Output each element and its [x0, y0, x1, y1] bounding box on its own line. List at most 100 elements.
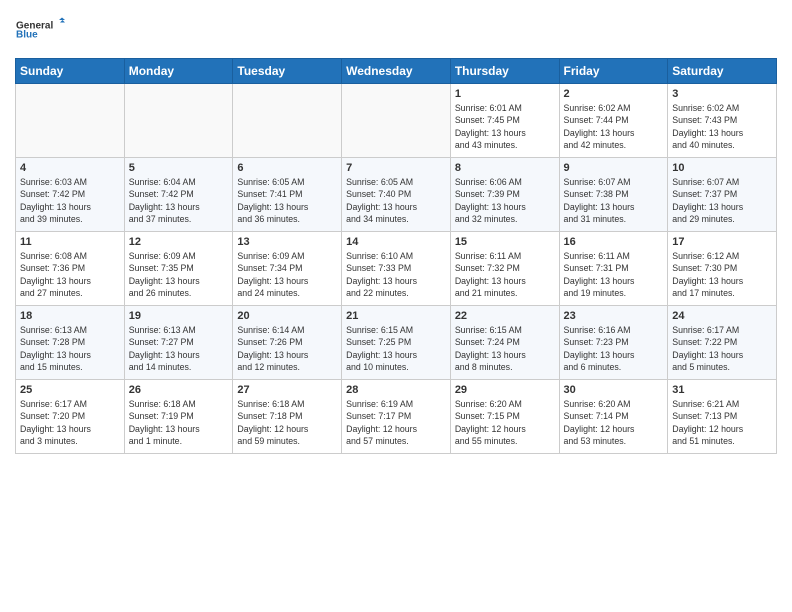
- calendar-table: SundayMondayTuesdayWednesdayThursdayFrid…: [15, 58, 777, 454]
- day-info: Sunrise: 6:19 AM Sunset: 7:17 PM Dayligh…: [346, 398, 446, 447]
- day-info: Sunrise: 6:06 AM Sunset: 7:39 PM Dayligh…: [455, 176, 555, 225]
- page-container: General Blue SundayMondayTuesdayWednesda…: [0, 0, 792, 459]
- day-info: Sunrise: 6:15 AM Sunset: 7:24 PM Dayligh…: [455, 324, 555, 373]
- day-info: Sunrise: 6:21 AM Sunset: 7:13 PM Dayligh…: [672, 398, 772, 447]
- calendar-cell: 1 Sunrise: 6:01 AM Sunset: 7:45 PM Daylig…: [450, 84, 559, 158]
- day-number: 6: [237, 162, 337, 174]
- day-info: Sunrise: 6:09 AM Sunset: 7:34 PM Dayligh…: [237, 250, 337, 299]
- day-number: 4: [20, 162, 120, 174]
- day-info: Sunrise: 6:16 AM Sunset: 7:23 PM Dayligh…: [564, 324, 664, 373]
- day-number: 14: [346, 236, 446, 248]
- calendar-week-row: 1 Sunrise: 6:01 AM Sunset: 7:45 PM Daylig…: [16, 84, 777, 158]
- day-info: Sunrise: 6:13 AM Sunset: 7:28 PM Dayligh…: [20, 324, 120, 373]
- day-info: Sunrise: 6:14 AM Sunset: 7:26 PM Dayligh…: [237, 324, 337, 373]
- day-info: Sunrise: 6:20 AM Sunset: 7:15 PM Dayligh…: [455, 398, 555, 447]
- day-number: 10: [672, 162, 772, 174]
- calendar-cell: 24 Sunrise: 6:17 AM Sunset: 7:22 PM Dayli…: [668, 306, 777, 380]
- calendar-cell: 31 Sunrise: 6:21 AM Sunset: 7:13 PM Dayli…: [668, 380, 777, 454]
- calendar-cell: 3 Sunrise: 6:02 AM Sunset: 7:43 PM Daylig…: [668, 84, 777, 158]
- day-number: 31: [672, 384, 772, 396]
- day-number: 24: [672, 310, 772, 322]
- day-info: Sunrise: 6:18 AM Sunset: 7:18 PM Dayligh…: [237, 398, 337, 447]
- day-info: Sunrise: 6:07 AM Sunset: 7:37 PM Dayligh…: [672, 176, 772, 225]
- day-info: Sunrise: 6:18 AM Sunset: 7:19 PM Dayligh…: [129, 398, 229, 447]
- weekday-header-sunday: Sunday: [16, 59, 125, 84]
- calendar-header-row: SundayMondayTuesdayWednesdayThursdayFrid…: [16, 59, 777, 84]
- calendar-cell: 21Sunrise: 6:15 AM Sunset: 7:25 PM Dayli…: [342, 306, 451, 380]
- day-number: 29: [455, 384, 555, 396]
- day-number: 28: [346, 384, 446, 396]
- calendar-cell: 29 Sunrise: 6:20 AM Sunset: 7:15 PM Dayli…: [450, 380, 559, 454]
- calendar-week-row: 11 Sunrise: 6:08 AM Sunset: 7:36 PM Dayli…: [16, 232, 777, 306]
- day-info: Sunrise: 6:01 AM Sunset: 7:45 PM Dayligh…: [455, 102, 555, 151]
- day-info: Sunrise: 6:05 AM Sunset: 7:40 PM Dayligh…: [346, 176, 446, 225]
- page-header: General Blue: [15, 10, 777, 50]
- calendar-cell: [16, 84, 125, 158]
- day-info: Sunrise: 6:12 AM Sunset: 7:30 PM Dayligh…: [672, 250, 772, 299]
- calendar-week-row: 4 Sunrise: 6:03 AM Sunset: 7:42 PM Daylig…: [16, 158, 777, 232]
- day-number: 12: [129, 236, 229, 248]
- day-number: 23: [564, 310, 664, 322]
- day-number: 11: [20, 236, 120, 248]
- calendar-cell: 8 Sunrise: 6:06 AM Sunset: 7:39 PM Daylig…: [450, 158, 559, 232]
- calendar-cell: 19 Sunrise: 6:13 AM Sunset: 7:27 PM Dayli…: [124, 306, 233, 380]
- calendar-cell: 13 Sunrise: 6:09 AM Sunset: 7:34 PM Dayli…: [233, 232, 342, 306]
- calendar-cell: 9 Sunrise: 6:07 AM Sunset: 7:38 PM Daylig…: [559, 158, 668, 232]
- calendar-cell: 30 Sunrise: 6:20 AM Sunset: 7:14 PM Dayli…: [559, 380, 668, 454]
- day-info: Sunrise: 6:09 AM Sunset: 7:35 PM Dayligh…: [129, 250, 229, 299]
- day-number: 2: [564, 88, 664, 100]
- calendar-cell: 4 Sunrise: 6:03 AM Sunset: 7:42 PM Daylig…: [16, 158, 125, 232]
- day-info: Sunrise: 6:02 AM Sunset: 7:43 PM Dayligh…: [672, 102, 772, 151]
- day-info: Sunrise: 6:15 AM Sunset: 7:25 PM Dayligh…: [346, 324, 446, 373]
- day-number: 5: [129, 162, 229, 174]
- weekday-header-friday: Friday: [559, 59, 668, 84]
- day-info: Sunrise: 6:17 AM Sunset: 7:20 PM Dayligh…: [20, 398, 120, 447]
- day-info: Sunrise: 6:11 AM Sunset: 7:32 PM Dayligh…: [455, 250, 555, 299]
- weekday-header-saturday: Saturday: [668, 59, 777, 84]
- day-number: 27: [237, 384, 337, 396]
- day-number: 25: [20, 384, 120, 396]
- day-number: 13: [237, 236, 337, 248]
- calendar-cell: 17 Sunrise: 6:12 AM Sunset: 7:30 PM Dayli…: [668, 232, 777, 306]
- day-number: 9: [564, 162, 664, 174]
- day-info: Sunrise: 6:04 AM Sunset: 7:42 PM Dayligh…: [129, 176, 229, 225]
- day-number: 22: [455, 310, 555, 322]
- calendar-cell: 6Sunrise: 6:05 AM Sunset: 7:41 PM Daylig…: [233, 158, 342, 232]
- day-number: 3: [672, 88, 772, 100]
- day-number: 30: [564, 384, 664, 396]
- day-number: 8: [455, 162, 555, 174]
- calendar-week-row: 18 Sunrise: 6:13 AM Sunset: 7:28 PM Dayli…: [16, 306, 777, 380]
- calendar-cell: 28 Sunrise: 6:19 AM Sunset: 7:17 PM Dayli…: [342, 380, 451, 454]
- calendar-cell: 26Sunrise: 6:18 AM Sunset: 7:19 PM Dayli…: [124, 380, 233, 454]
- logo: General Blue: [15, 10, 65, 50]
- calendar-cell: 11 Sunrise: 6:08 AM Sunset: 7:36 PM Dayli…: [16, 232, 125, 306]
- day-number: 18: [20, 310, 120, 322]
- day-number: 16: [564, 236, 664, 248]
- day-info: Sunrise: 6:13 AM Sunset: 7:27 PM Dayligh…: [129, 324, 229, 373]
- calendar-cell: 5 Sunrise: 6:04 AM Sunset: 7:42 PM Daylig…: [124, 158, 233, 232]
- calendar-cell: 7 Sunrise: 6:05 AM Sunset: 7:40 PM Daylig…: [342, 158, 451, 232]
- day-info: Sunrise: 6:20 AM Sunset: 7:14 PM Dayligh…: [564, 398, 664, 447]
- day-number: 19: [129, 310, 229, 322]
- day-info: Sunrise: 6:08 AM Sunset: 7:36 PM Dayligh…: [20, 250, 120, 299]
- day-number: 7: [346, 162, 446, 174]
- calendar-cell: [233, 84, 342, 158]
- day-info: Sunrise: 6:10 AM Sunset: 7:33 PM Dayligh…: [346, 250, 446, 299]
- day-info: Sunrise: 6:07 AM Sunset: 7:38 PM Dayligh…: [564, 176, 664, 225]
- calendar-cell: 25 Sunrise: 6:17 AM Sunset: 7:20 PM Dayli…: [16, 380, 125, 454]
- weekday-header-monday: Monday: [124, 59, 233, 84]
- calendar-cell: 10 Sunrise: 6:07 AM Sunset: 7:37 PM Dayli…: [668, 158, 777, 232]
- calendar-cell: 18 Sunrise: 6:13 AM Sunset: 7:28 PM Dayli…: [16, 306, 125, 380]
- calendar-week-row: 25 Sunrise: 6:17 AM Sunset: 7:20 PM Dayli…: [16, 380, 777, 454]
- day-number: 17: [672, 236, 772, 248]
- weekday-header-tuesday: Tuesday: [233, 59, 342, 84]
- day-info: Sunrise: 6:17 AM Sunset: 7:22 PM Dayligh…: [672, 324, 772, 373]
- day-info: Sunrise: 6:02 AM Sunset: 7:44 PM Dayligh…: [564, 102, 664, 151]
- calendar-cell: 12 Sunrise: 6:09 AM Sunset: 7:35 PM Dayli…: [124, 232, 233, 306]
- day-info: Sunrise: 6:03 AM Sunset: 7:42 PM Dayligh…: [20, 176, 120, 225]
- calendar-cell: 23 Sunrise: 6:16 AM Sunset: 7:23 PM Dayli…: [559, 306, 668, 380]
- day-number: 1: [455, 88, 555, 100]
- weekday-header-thursday: Thursday: [450, 59, 559, 84]
- logo-svg: General Blue: [15, 10, 65, 50]
- calendar-cell: 22 Sunrise: 6:15 AM Sunset: 7:24 PM Dayli…: [450, 306, 559, 380]
